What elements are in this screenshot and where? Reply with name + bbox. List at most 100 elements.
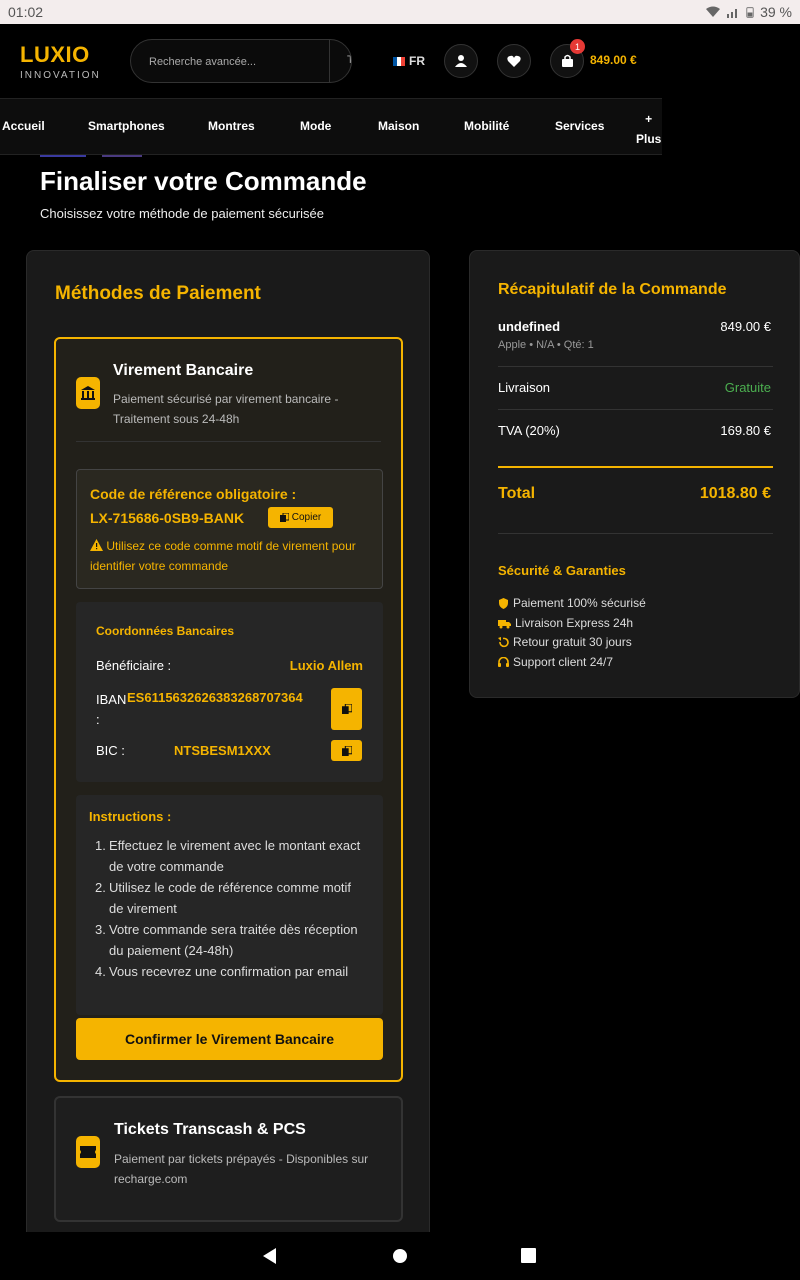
- divider: [498, 366, 773, 367]
- search-type-select[interactable]: T: [347, 54, 351, 66]
- bic-label: BIC :: [96, 743, 125, 758]
- search-bar: T: [130, 39, 352, 83]
- bank-transfer-title: Virement Bancaire: [113, 362, 254, 379]
- nav-item-services[interactable]: Services: [555, 119, 604, 133]
- headset-icon: [498, 656, 509, 667]
- battery-level: 39 %: [760, 4, 792, 20]
- nav-indicator-2: [102, 155, 142, 157]
- copy-bic-button[interactable]: [331, 740, 362, 761]
- account-button[interactable]: [444, 44, 478, 78]
- divider: [76, 441, 381, 442]
- divider: [498, 533, 773, 534]
- status-time: 01:02: [8, 4, 44, 20]
- reference-code-label: Code de référence obligatoire :: [90, 486, 297, 502]
- copy-icon: [341, 745, 352, 756]
- cart-button[interactable]: 1: [550, 39, 585, 78]
- iban-label: IBAN :: [96, 692, 127, 727]
- search-input[interactable]: [149, 52, 329, 72]
- bic-value: NTSBESM1XXX: [174, 743, 271, 758]
- divider: [498, 409, 773, 410]
- copy-iban-button[interactable]: [331, 688, 362, 730]
- bank-transfer-desc: Paiement sécurisé par virement bancaire …: [113, 392, 339, 426]
- recents-icon[interactable]: [521, 1248, 536, 1263]
- nav-item-mode[interactable]: Mode: [300, 119, 331, 133]
- guarantee-item: Paiement 100% sécurisé: [498, 594, 646, 614]
- instruction-item: 3. Votre commande sera traitée dès récept…: [95, 922, 358, 958]
- guarantee-item: Retour gratuit 30 jours: [498, 633, 646, 653]
- nav-indicator: [40, 155, 86, 157]
- language-selector[interactable]: FR: [393, 54, 425, 68]
- nav-item-accueil[interactable]: Accueil: [2, 119, 45, 133]
- main-nav: Accueil Smartphones Montres Mode Maison …: [0, 98, 662, 155]
- product-meta: Apple • N/A • Qté: 1: [498, 339, 594, 351]
- confirm-bank-transfer-button[interactable]: Confirmer le Virement Bancaire: [76, 1018, 383, 1060]
- nav-item-smartphones[interactable]: Smartphones: [88, 119, 165, 133]
- payment-methods-title: Méthodes de Paiement: [55, 283, 261, 304]
- language-code: FR: [409, 54, 425, 68]
- guarantee-item: Livraison Express 24h: [498, 614, 646, 634]
- site-header: LUXIO INNOVATION T FR 1 849.00 €: [0, 24, 800, 98]
- vat-label: TVA (20%): [498, 423, 560, 438]
- nav-item-mobilite[interactable]: Mobilité: [464, 119, 509, 133]
- page-subtitle: Choisissez votre méthode de paiement séc…: [40, 206, 324, 221]
- shield-icon: [499, 598, 508, 610]
- delivery-label: Livraison: [498, 380, 551, 395]
- guarantee-item: Support client 24/7: [498, 653, 646, 673]
- bank-details-box: Coordonnées Bancaires Bénéficiaire : Lux…: [76, 602, 383, 782]
- payment-method-bank-transfer[interactable]: Virement Bancaire Paiement sécurisé par …: [54, 337, 403, 1082]
- product-price: 849.00 €: [720, 319, 771, 334]
- signal-icon: [727, 9, 738, 18]
- bank-details-title: Coordonnées Bancaires: [96, 624, 235, 638]
- undo-icon: [498, 637, 509, 648]
- beneficiary-label: Bénéficiaire :: [96, 658, 172, 673]
- warning-icon: [90, 539, 103, 551]
- battery-icon: [746, 6, 754, 18]
- home-icon[interactable]: [392, 1248, 408, 1264]
- nav-item-plus[interactable]: + Plus: [636, 109, 661, 149]
- back-icon[interactable]: [262, 1248, 278, 1264]
- order-summary-title: Récapitulatif de la Commande: [498, 281, 727, 298]
- android-nav-bar: [0, 1232, 800, 1280]
- delivery-value: Gratuite: [724, 380, 771, 395]
- heart-icon: [507, 55, 521, 67]
- truck-icon: [498, 619, 511, 629]
- plus-icon: +: [645, 112, 653, 126]
- nav-plus-label: Plus: [636, 132, 662, 146]
- payment-method-tickets[interactable]: Tickets Transcash & PCS Paiement par tic…: [54, 1096, 403, 1222]
- logo-tagline: INNOVATION: [20, 70, 101, 81]
- flag-fr-icon: [393, 56, 405, 66]
- reference-code: LX-715686-0SB9-BANK: [90, 510, 245, 526]
- page-title: Finaliser votre Commande: [40, 166, 367, 196]
- cart-total[interactable]: 849.00 €: [590, 53, 637, 67]
- beneficiary-value: Luxio Allem: [289, 658, 363, 673]
- reference-warning-text: Utilisez ce code comme motif de virement…: [90, 539, 356, 573]
- tickets-title: Tickets Transcash & PCS: [114, 1121, 306, 1138]
- nav-item-maison[interactable]: Maison: [378, 119, 419, 133]
- iban-value: ES6115632626383268707364: [127, 690, 303, 705]
- guarantees-list: Paiement 100% sécurisé Livraison Express…: [498, 594, 646, 672]
- payment-methods-card: Méthodes de Paiement Virement Bancaire P…: [26, 250, 430, 1250]
- vat-value: 169.80 €: [720, 423, 771, 438]
- wishlist-button[interactable]: [497, 44, 531, 78]
- guarantees-title: Sécurité & Garanties: [498, 563, 626, 578]
- copy-icon: [341, 704, 352, 714]
- reference-code-box: Code de référence obligatoire : LX-71568…: [76, 469, 383, 589]
- instructions-box: Instructions : 1. Effectuez le virement a…: [76, 795, 383, 1015]
- tickets-desc: Paiement par tickets prépayés - Disponib…: [114, 1152, 369, 1186]
- nav-item-montres[interactable]: Montres: [208, 119, 255, 133]
- instructions-list: 1. Effectuez le virement avec le montant …: [89, 835, 369, 982]
- search-divider: [329, 40, 330, 82]
- ticket-icon: [76, 1136, 100, 1168]
- copy-reference-button[interactable]: Copier: [268, 507, 333, 528]
- bank-icon: [76, 377, 100, 409]
- cart-count-badge: 1: [570, 39, 585, 54]
- product-name: undefined: [498, 319, 561, 334]
- instruction-item: 2. Utilisez le code de référence comme mo…: [95, 880, 352, 916]
- instruction-item: 4. Vous recevrez une confirmation par ema…: [95, 964, 349, 979]
- total-divider: [498, 466, 773, 468]
- instruction-item: 1. Effectuez le virement avec le montant …: [95, 838, 361, 874]
- total-value: 1018.80 €: [699, 485, 771, 502]
- reference-warning: Utilisez ce code comme motif de virement…: [90, 536, 370, 576]
- user-icon: [455, 55, 467, 67]
- logo[interactable]: LUXIO INNOVATION: [20, 42, 101, 81]
